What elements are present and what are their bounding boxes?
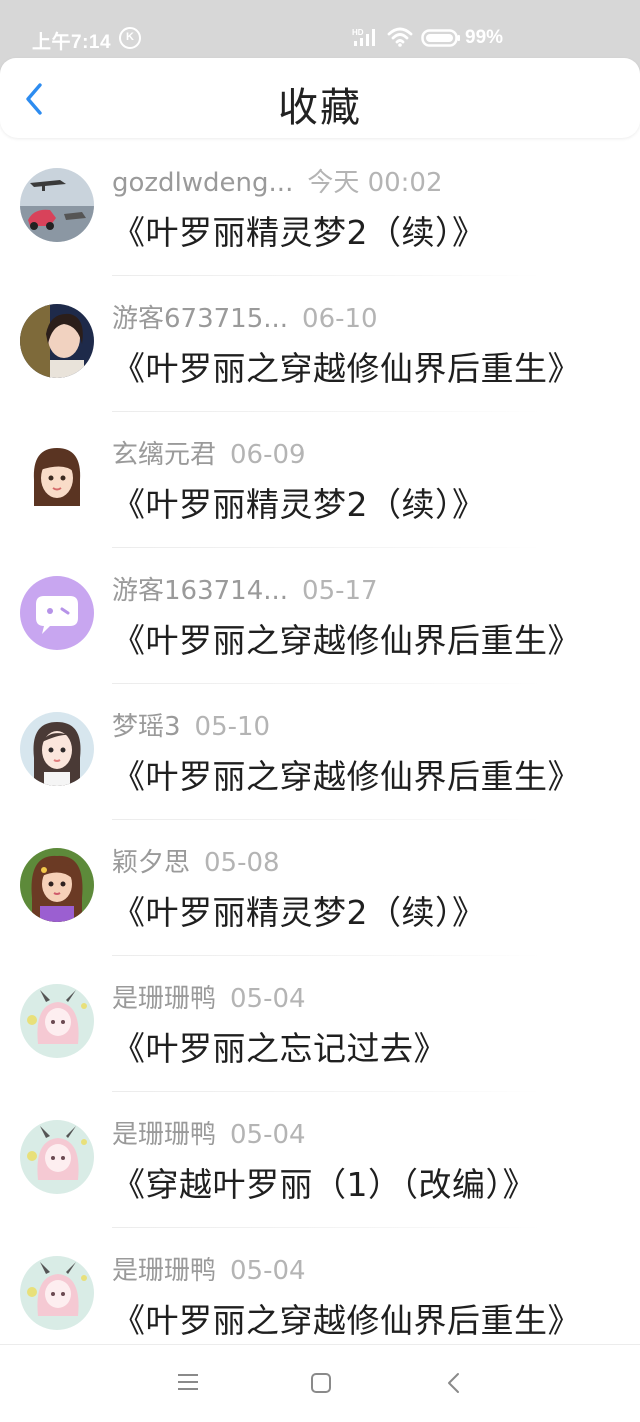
item-meta: 游客163714... 05-17: [112, 570, 378, 610]
book-title[interactable]: 《穿越叶罗丽（1）（改编）》: [112, 1158, 536, 1206]
anime-pink-hair-avatar[interactable]: [20, 1256, 94, 1330]
timestamp: 05-04: [230, 1120, 306, 1150]
username[interactable]: 是珊珊鸭: [112, 1120, 216, 1150]
list-item[interactable]: 是珊珊鸭 05-04 《穿越叶罗丽（1）（改编）》: [0, 1092, 640, 1228]
system-nav-bar: [0, 1344, 640, 1422]
favorites-list: gozdlwdeng... 今天 00:02 《叶罗丽精灵梦2（续）》 游客673…: [0, 140, 640, 1364]
girl-photo-avatar[interactable]: [20, 304, 94, 378]
username[interactable]: 颖夕思: [112, 848, 190, 878]
menu-icon: [178, 1374, 198, 1390]
timestamp: 06-10: [302, 304, 378, 334]
book-title[interactable]: 《叶罗丽精灵梦2（续）》: [112, 886, 486, 934]
book-title[interactable]: 《叶罗丽精灵梦2（续）》: [112, 478, 486, 526]
cartoon-girl-avatar[interactable]: [20, 440, 94, 514]
book-title[interactable]: 《叶罗丽之穿越修仙界后重生》: [112, 342, 581, 390]
header: 收藏: [0, 58, 640, 138]
anime-pink-hair-avatar[interactable]: [20, 984, 94, 1058]
home-button[interactable]: [309, 1371, 333, 1399]
home-square-icon: [311, 1373, 331, 1393]
status-time: 上午7:14: [32, 32, 112, 53]
timestamp: 06-09: [230, 440, 306, 470]
item-meta: 是珊珊鸭 05-04: [112, 1114, 306, 1154]
list-item[interactable]: 游客163714... 05-17 《叶罗丽之穿越修仙界后重生》: [0, 548, 640, 684]
item-meta: 颖夕思 05-08: [112, 842, 280, 882]
book-title[interactable]: 《叶罗丽之穿越修仙界后重生》: [112, 1294, 581, 1342]
book-title[interactable]: 《叶罗丽之穿越修仙界后重生》: [112, 750, 581, 798]
back-nav-button[interactable]: [444, 1371, 464, 1399]
wifi-icon: [387, 26, 413, 54]
list-item[interactable]: 是珊珊鸭 05-04 《叶罗丽之忘记过去》: [0, 956, 640, 1092]
battery-icon: [421, 29, 461, 53]
username[interactable]: 游客673715...: [112, 304, 288, 334]
book-title[interactable]: 《叶罗丽之忘记过去》: [112, 1022, 447, 1070]
list-item[interactable]: 玄缡元君 06-09 《叶罗丽精灵梦2（续）》: [0, 412, 640, 548]
battery-percent: 99%: [465, 27, 504, 48]
signal-icon: HD: [352, 27, 380, 53]
list-item[interactable]: 颖夕思 05-08 《叶罗丽精灵梦2（续）》: [0, 820, 640, 956]
doll-brown-hair-avatar[interactable]: [20, 848, 94, 922]
list-item[interactable]: 梦瑶3 05-10 《叶罗丽之穿越修仙界后重生》: [0, 684, 640, 820]
anime-pink-hair-avatar[interactable]: [20, 1120, 94, 1194]
purple-chat-avatar[interactable]: [20, 576, 94, 650]
item-meta: 是珊珊鸭 05-04: [112, 978, 306, 1018]
timestamp: 05-04: [230, 984, 306, 1014]
list-item[interactable]: 游客673715... 06-10 《叶罗丽之穿越修仙界后重生》: [0, 276, 640, 412]
username[interactable]: 是珊珊鸭: [112, 984, 216, 1014]
page-title: 收藏: [278, 85, 362, 131]
book-title[interactable]: 《叶罗丽之穿越修仙界后重生》: [112, 614, 581, 662]
item-meta: 游客673715... 06-10: [112, 298, 378, 338]
menu-button[interactable]: [176, 1371, 200, 1397]
username[interactable]: 梦瑶3: [112, 712, 181, 742]
back-triangle-icon: [448, 1373, 459, 1393]
username[interactable]: 玄缡元君: [112, 440, 216, 470]
item-meta: 是珊珊鸭 05-04: [112, 1250, 306, 1290]
timestamp: 今天 00:02: [307, 168, 443, 198]
hd-label: HD: [352, 28, 364, 37]
username[interactable]: gozdlwdeng...: [112, 168, 293, 198]
list-item[interactable]: gozdlwdeng... 今天 00:02 《叶罗丽精灵梦2（续）》: [0, 140, 640, 276]
item-meta: 玄缡元君 06-09: [112, 434, 306, 474]
username[interactable]: 游客163714...: [112, 576, 288, 606]
item-meta: gozdlwdeng... 今天 00:02: [112, 162, 443, 202]
username[interactable]: 是珊珊鸭: [112, 1256, 216, 1286]
doll-girl-avatar[interactable]: [20, 712, 94, 786]
timestamp: 05-17: [302, 576, 378, 606]
race-car-avatar[interactable]: [20, 168, 94, 242]
timestamp: 05-04: [230, 1256, 306, 1286]
book-title[interactable]: 《叶罗丽精灵梦2（续）》: [112, 206, 486, 254]
timestamp: 05-08: [204, 848, 280, 878]
item-meta: 梦瑶3 05-10: [112, 706, 270, 746]
k-badge-icon: K: [119, 27, 141, 49]
timestamp: 05-10: [194, 712, 271, 742]
